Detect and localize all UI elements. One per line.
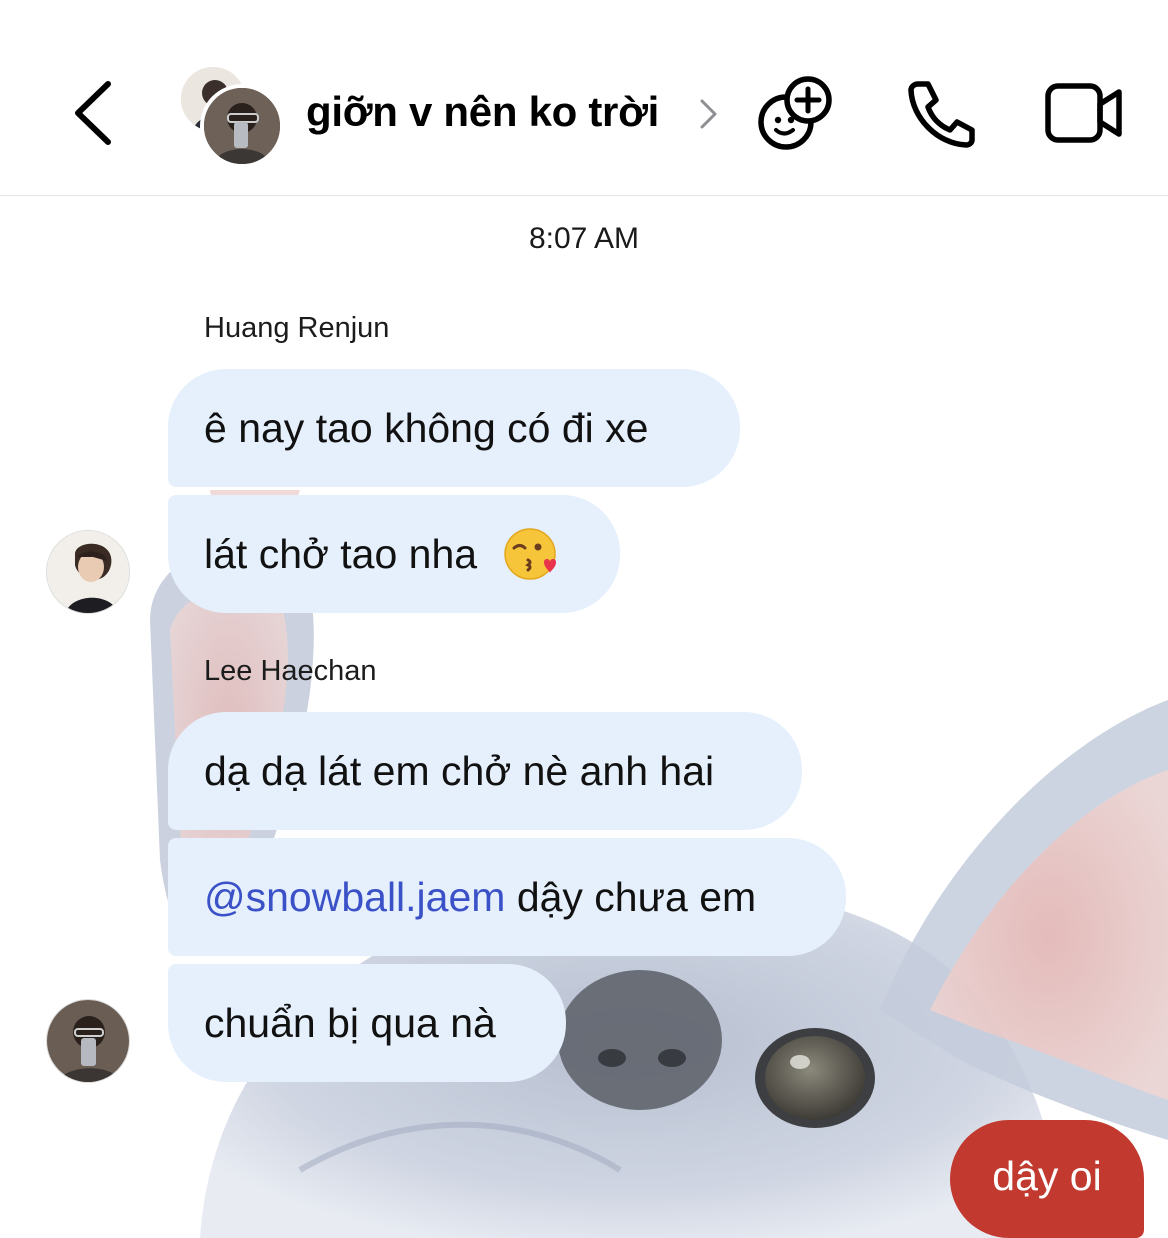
group-avatar[interactable] xyxy=(178,64,284,168)
message-timestamp: 8:07 AM xyxy=(528,222,640,255)
video-camera-icon xyxy=(1045,83,1122,143)
message-bubble[interactable]: chuẩn bị qua nà xyxy=(168,964,566,1082)
message-bubble[interactable]: @snowball.jaem dậy chưa em xyxy=(168,838,846,956)
audio-call-button[interactable] xyxy=(904,78,978,148)
avatar[interactable] xyxy=(46,530,130,614)
message-text: lát chở tao nha xyxy=(204,531,478,577)
chevron-right-icon[interactable] xyxy=(696,96,720,132)
back-button[interactable] xyxy=(66,78,122,148)
message-bubble[interactable]: dạ dạ lát em chở nè anh hai xyxy=(168,712,802,830)
message-text: ê nay tao không có đi xe xyxy=(204,405,649,451)
chevron-left-icon xyxy=(75,81,111,145)
sender-name: Huang Renjun xyxy=(204,312,390,344)
message-text: dậy chưa em xyxy=(505,874,757,920)
message-bubble[interactable]: lát chở tao nha xyxy=(168,495,620,613)
chat-title[interactable]: giỡn v nên ko trời xyxy=(306,88,659,136)
user-mention-link[interactable]: @snowball.jaem xyxy=(204,874,505,920)
member-avatar-front xyxy=(200,84,284,168)
message-text: dậy oi xyxy=(992,1153,1102,1199)
message-text: chuẩn bị qua nà xyxy=(204,1000,496,1046)
effects-button[interactable] xyxy=(756,74,834,152)
message-text: dạ dạ lát em chở nè anh hai xyxy=(204,748,715,794)
chat-header: giỡn v nên ko trời xyxy=(0,0,1168,196)
avatar[interactable] xyxy=(46,999,130,1083)
sender-name: Lee Haechan xyxy=(204,655,377,687)
sticker-effects-icon xyxy=(758,76,832,150)
video-call-button[interactable] xyxy=(1044,80,1124,146)
face-blowing-kiss-emoji xyxy=(504,528,557,580)
outgoing-message-bubble[interactable]: dậy oi xyxy=(950,1120,1144,1238)
phone-icon xyxy=(908,81,975,148)
message-bubble[interactable]: ê nay tao không có đi xe xyxy=(168,369,740,487)
